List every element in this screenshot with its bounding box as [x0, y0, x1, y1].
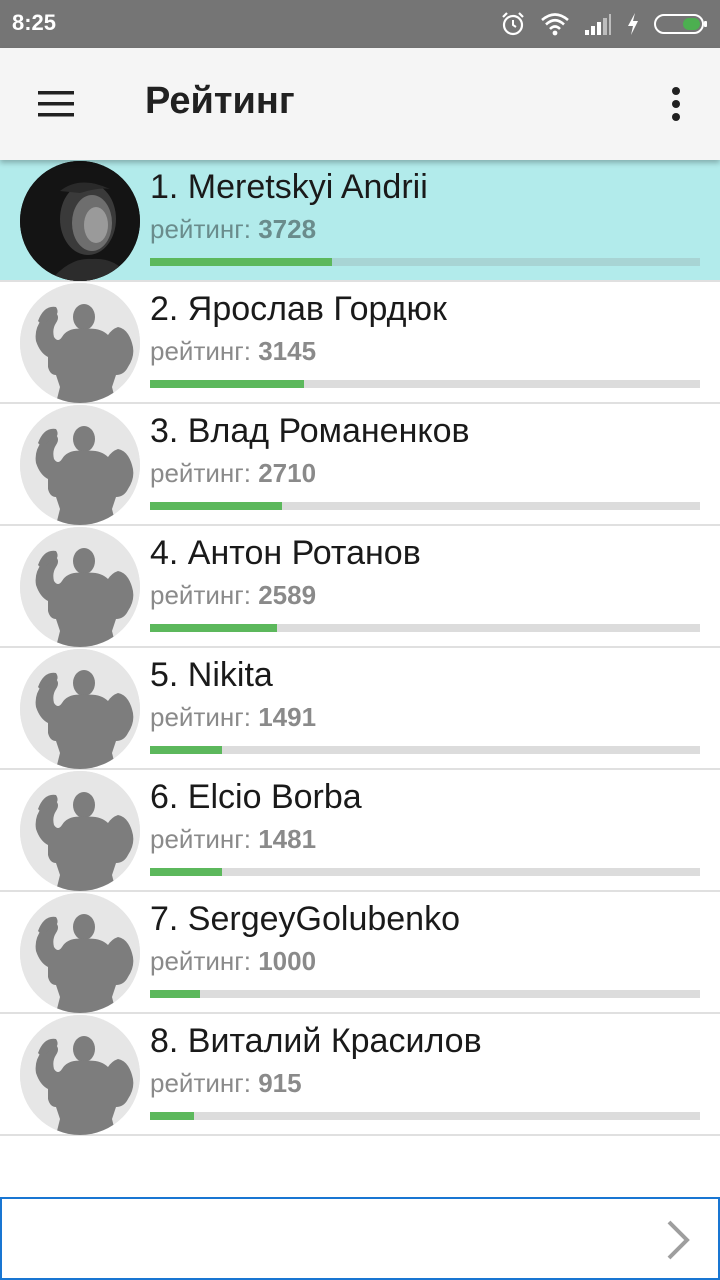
- rating-progress-bar: [150, 258, 700, 266]
- chevron-right-icon: [667, 1220, 690, 1260]
- rating-label: рейтинг:: [150, 214, 251, 244]
- hamburger-menu-icon: [38, 91, 74, 117]
- bodybuilder-placeholder-icon: [20, 527, 140, 647]
- page-title: Рейтинг: [145, 80, 295, 122]
- rating-row[interactable]: 1. Meretskyi Andrii рейтинг: 3728: [0, 160, 720, 282]
- rating-line: рейтинг: 3145: [150, 336, 316, 367]
- bodybuilder-placeholder-icon: [20, 1015, 140, 1135]
- rating-value: 2589: [258, 580, 317, 610]
- status-time: 8:25: [12, 10, 57, 35]
- avatar: [20, 283, 140, 403]
- rating-row[interactable]: 5. Nikita рейтинг: 1491: [0, 648, 720, 770]
- bodybuilder-placeholder-icon: [20, 405, 140, 525]
- rating-progress-fill: [150, 868, 222, 876]
- rating-value: 1000: [258, 946, 317, 976]
- rating-progress-fill: [150, 990, 200, 998]
- bodybuilder-placeholder-icon: [20, 771, 140, 891]
- rating-progress-fill: [150, 746, 222, 754]
- rating-value: 3728: [258, 214, 317, 244]
- avatar: [20, 527, 140, 647]
- rating-progress-fill: [150, 502, 282, 510]
- player-name: 7. SergeyGolubenko: [150, 900, 460, 938]
- next-button[interactable]: [658, 1215, 698, 1265]
- rating-line: рейтинг: 915: [150, 1068, 302, 1099]
- bodybuilder-placeholder-icon: [20, 283, 140, 403]
- player-name: 2. Ярослав Гордюк: [150, 290, 447, 328]
- rating-row[interactable]: 3. Влад Романенков рейтинг: 2710: [0, 404, 720, 526]
- overflow-menu-button[interactable]: [652, 76, 700, 132]
- player-name: 5. Nikita: [150, 656, 273, 694]
- player-name: 4. Антон Ротанов: [150, 534, 421, 572]
- signal-icon: [584, 12, 612, 36]
- rating-value: 1481: [258, 824, 317, 854]
- rating-progress-bar: [150, 502, 700, 510]
- rating-label: рейтинг:: [150, 336, 251, 366]
- rating-progress-bar: [150, 990, 700, 998]
- bodybuilder-placeholder-icon: [20, 893, 140, 1013]
- rating-label: рейтинг:: [150, 1068, 251, 1098]
- rating-label: рейтинг:: [150, 458, 251, 488]
- rating-value: 2710: [258, 458, 317, 488]
- rating-line: рейтинг: 2710: [150, 458, 316, 489]
- rating-progress-bar: [150, 624, 700, 632]
- more-vert-icon: [672, 87, 680, 121]
- player-name: 1. Meretskyi Andrii: [150, 168, 428, 206]
- rating-row[interactable]: 4. Антон Ротанов рейтинг: 2589: [0, 526, 720, 648]
- rating-progress-fill: [150, 258, 332, 266]
- rating-value: 915: [258, 1068, 302, 1098]
- avatar: [20, 649, 140, 769]
- rating-progress-bar: [150, 1112, 700, 1120]
- rating-label: рейтинг:: [150, 702, 251, 732]
- avatar: [20, 405, 140, 525]
- rating-row[interactable]: 2. Ярослав Гордюк рейтинг: 3145: [0, 282, 720, 404]
- rating-row[interactable]: 8. Виталий Красилов рейтинг: 915: [0, 1014, 720, 1136]
- player-name: 3. Влад Романенков: [150, 412, 470, 450]
- status-bar: 8:25: [0, 0, 720, 48]
- app-bar: Рейтинг: [0, 48, 720, 160]
- rating-line: рейтинг: 2589: [150, 580, 316, 611]
- rating-progress-fill: [150, 1112, 194, 1120]
- rating-progress-bar: [150, 380, 700, 388]
- rating-row[interactable]: 7. SergeyGolubenko рейтинг: 1000: [0, 892, 720, 1014]
- rating-line: рейтинг: 3728: [150, 214, 316, 245]
- rating-progress-bar: [150, 868, 700, 876]
- status-icons: [500, 10, 708, 38]
- avatar: [20, 161, 140, 281]
- bodybuilder-placeholder-icon: [20, 649, 140, 769]
- rating-value: 1491: [258, 702, 317, 732]
- rating-progress-fill: [150, 380, 304, 388]
- rating-value: 3145: [258, 336, 317, 366]
- avatar: [20, 771, 140, 891]
- rating-label: рейтинг:: [150, 824, 251, 854]
- rating-list: 1. Meretskyi Andrii рейтинг: 3728 2. Яросл…: [0, 160, 720, 1136]
- avatar: [20, 893, 140, 1013]
- charging-icon: [626, 12, 640, 36]
- rating-label: рейтинг:: [150, 946, 251, 976]
- rating-line: рейтинг: 1481: [150, 824, 316, 855]
- menu-button[interactable]: [24, 76, 88, 132]
- rating-progress-bar: [150, 746, 700, 754]
- rating-line: рейтинг: 1491: [150, 702, 316, 733]
- player-name: 6. Elcio Borba: [150, 778, 362, 816]
- battery-icon: [654, 12, 708, 36]
- rating-row[interactable]: 6. Elcio Borba рейтинг: 1481: [0, 770, 720, 892]
- profile-photo: [20, 161, 140, 281]
- bottom-input-strip[interactable]: [0, 1197, 720, 1280]
- wifi-icon: [540, 12, 570, 36]
- rating-progress-fill: [150, 624, 277, 632]
- player-name: 8. Виталий Красилов: [150, 1022, 482, 1060]
- rating-line: рейтинг: 1000: [150, 946, 316, 977]
- alarm-icon: [500, 11, 526, 37]
- avatar: [20, 1015, 140, 1135]
- rating-label: рейтинг:: [150, 580, 251, 610]
